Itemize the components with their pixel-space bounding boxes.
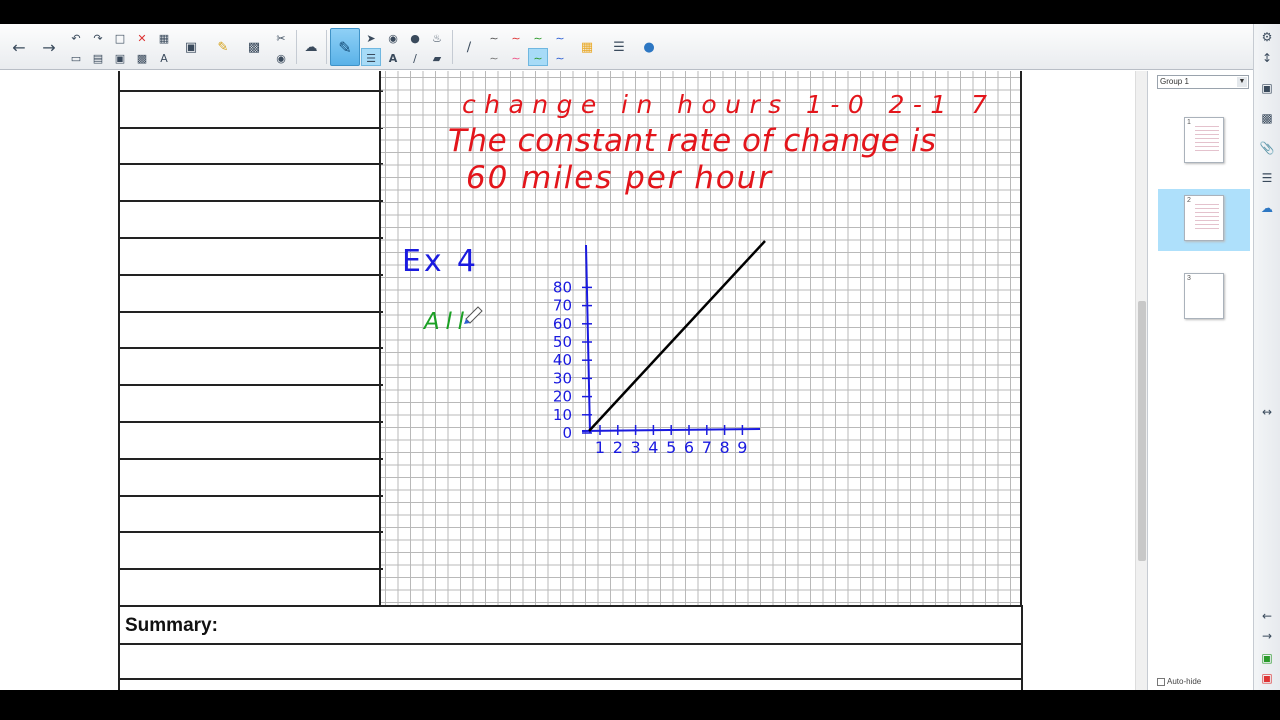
page-number: 1 (1187, 119, 1191, 126)
display-icon[interactable]: ▣ (180, 36, 202, 58)
smart-notebook-window: ← → ↶ ↷ □ ✕ ▦ ▭ ▤ ▣ ▩ A ▣ ✎ ▩ ✂ ◉ ☁ ✎ ➤ … (0, 24, 1280, 690)
response-icon[interactable]: ☁ (300, 36, 322, 58)
auto-hide-label: Auto-hide (1167, 677, 1202, 686)
notebook-canvas[interactable]: Summary: change in hours 1-0 2-1 7 The c… (0, 71, 1147, 690)
clear-page-icon[interactable]: □ (112, 30, 128, 46)
redo-icon[interactable]: ↷ (90, 30, 106, 46)
line-icon[interactable]: ∕ (407, 50, 423, 66)
example-label: Ex 4 (402, 244, 476, 279)
next-page-icon[interactable]: → (38, 32, 60, 62)
paste-icon[interactable]: ▤ (90, 50, 106, 66)
eraser-icon[interactable]: ▰ (429, 50, 445, 66)
save-icon[interactable]: ▣ (112, 50, 128, 66)
auto-hide-checkbox[interactable] (1157, 677, 1165, 686)
delete-icon[interactable]: ✕ (134, 30, 150, 46)
x-tick-label: 8 (720, 438, 730, 457)
x-tick-label: 9 (737, 438, 747, 457)
graph-line (588, 240, 766, 432)
select-arrow-icon[interactable]: ➤ (363, 30, 379, 46)
gear-icon[interactable]: ⚙ (1257, 27, 1277, 47)
properties-icon[interactable]: ☰ (1257, 168, 1277, 188)
pen-style-2-icon[interactable]: ∼ (508, 30, 524, 46)
add-page-icon[interactable]: ▣ (1257, 648, 1277, 668)
table-icon[interactable]: ▦ (156, 30, 172, 46)
text-icon[interactable]: A (385, 50, 401, 66)
canvas-vertical-scrollbar[interactable] (1135, 71, 1147, 690)
magic-pen-icon[interactable]: ◉ (385, 30, 401, 46)
y-tick-label: 30 (553, 369, 572, 387)
page-thumbnail-3[interactable]: 3 (1158, 267, 1250, 329)
undo-icon[interactable]: ↶ (68, 30, 84, 46)
red-ink-line-3: 60 miles per hour (466, 160, 773, 196)
previous-page-icon[interactable]: ← (8, 32, 30, 62)
auto-hide-option[interactable]: Auto-hide (1157, 677, 1201, 686)
y-axis (585, 244, 591, 434)
green-note: All (422, 309, 465, 335)
x-tick-label: 4 (648, 438, 658, 457)
properties-icon[interactable]: ● (638, 36, 660, 58)
screen-shade-icon[interactable]: ▩ (134, 50, 150, 66)
gallery-icon[interactable]: ✎ (212, 36, 234, 58)
scrollbar-thumb[interactable] (1138, 301, 1146, 561)
pen-style-3-icon[interactable]: ∼ (530, 30, 546, 46)
y-tick-label: 20 (553, 388, 572, 406)
previous-page-icon[interactable]: ← (1257, 606, 1277, 626)
x-tick-label: 5 (666, 438, 676, 457)
page-thumbnail-1[interactable]: 1 (1158, 111, 1250, 173)
y-tick-label: 80 (553, 278, 572, 296)
ink-annotations: change in hours 1-0 2-1 7 The constant r… (402, 90, 987, 457)
main-toolbar: ← → ↶ ↷ □ ✕ ▦ ▭ ▤ ▣ ▩ A ▣ ✎ ▩ ✂ ◉ ☁ ✎ ➤ … (0, 24, 1280, 70)
x-tick-label: 6 (684, 438, 694, 457)
y-tick-label: 70 (553, 297, 572, 315)
red-ink-line-2: The constant rate of change is (448, 123, 936, 159)
text-fit-icon[interactable]: A (156, 50, 172, 66)
pen-style-6-icon[interactable]: ∼ (508, 50, 524, 66)
pen-style-7-icon[interactable]: ∼ (530, 50, 546, 66)
columns-icon[interactable]: ☰ (363, 50, 379, 66)
pen-type-icon[interactable]: ∕ (458, 36, 480, 58)
fill-icon[interactable]: ♨ (429, 30, 445, 46)
page-number: 3 (1187, 275, 1191, 282)
camera-icon[interactable]: ◉ (273, 50, 289, 66)
hand-drawn-graph: 01020304050607080 123456789 (553, 240, 766, 457)
document-camera-icon[interactable]: ▩ (243, 36, 265, 58)
x-tick-label: 2 (613, 438, 623, 457)
shapes-icon[interactable]: ● (407, 30, 423, 46)
chevron-down-icon: ▼ (1237, 77, 1247, 87)
gallery-icon[interactable]: ▩ (1257, 108, 1277, 128)
y-tick-label: 0 (562, 424, 572, 442)
screen-capture-icon[interactable]: ✂ (273, 30, 289, 46)
x-tick-label: 7 (702, 438, 712, 457)
red-ink-line-1: change in hours 1-0 2-1 7 (462, 90, 987, 119)
page-number: 2 (1187, 197, 1191, 204)
y-tick-label: 10 (553, 406, 572, 424)
addons-icon[interactable]: ☁ (1257, 198, 1277, 218)
y-tick-label: 50 (553, 333, 572, 351)
next-page-icon[interactable]: → (1257, 626, 1277, 646)
line-style-icon[interactable]: ☰ (608, 36, 630, 58)
page-sorter-icon[interactable]: ▣ (1257, 78, 1277, 98)
resize-icon[interactable]: ↔ (1257, 402, 1277, 422)
pen-style-1-icon[interactable]: ∼ (486, 30, 502, 46)
page-sorter-panel: Group 1 ▼ 1 2 3 Auto-hide (1147, 71, 1253, 690)
pen-style-5-icon[interactable]: ∼ (486, 50, 502, 66)
side-tabs-bar: ⚙ ↕ ▣ ▩ 📎 ☰ ☁ ↔ ← → ▣ ▣ (1253, 24, 1280, 690)
delete-page-icon[interactable]: ▣ (1257, 668, 1277, 688)
pen-style-4-icon[interactable]: ∼ (552, 30, 568, 46)
y-tick-label: 60 (553, 315, 572, 333)
x-tick-label: 3 (631, 438, 641, 457)
x-tick-label: 1 (595, 438, 605, 457)
group-dropdown[interactable]: Group 1 ▼ (1157, 75, 1249, 89)
pen-icon[interactable]: ✎ (334, 32, 356, 62)
open-file-icon[interactable]: ▭ (68, 50, 84, 66)
pen-style-8-icon[interactable]: ∼ (552, 50, 568, 66)
y-tick-label: 40 (553, 351, 572, 369)
group-dropdown-label: Group 1 (1160, 77, 1189, 86)
move-panel-icon[interactable]: ↕ (1257, 48, 1277, 68)
color-palette-icon[interactable]: ▦ (576, 36, 598, 58)
page-thumbnail-2[interactable]: 2 (1158, 189, 1250, 251)
attachments-icon[interactable]: 📎 (1257, 138, 1277, 158)
pen-cursor-icon (464, 306, 483, 324)
